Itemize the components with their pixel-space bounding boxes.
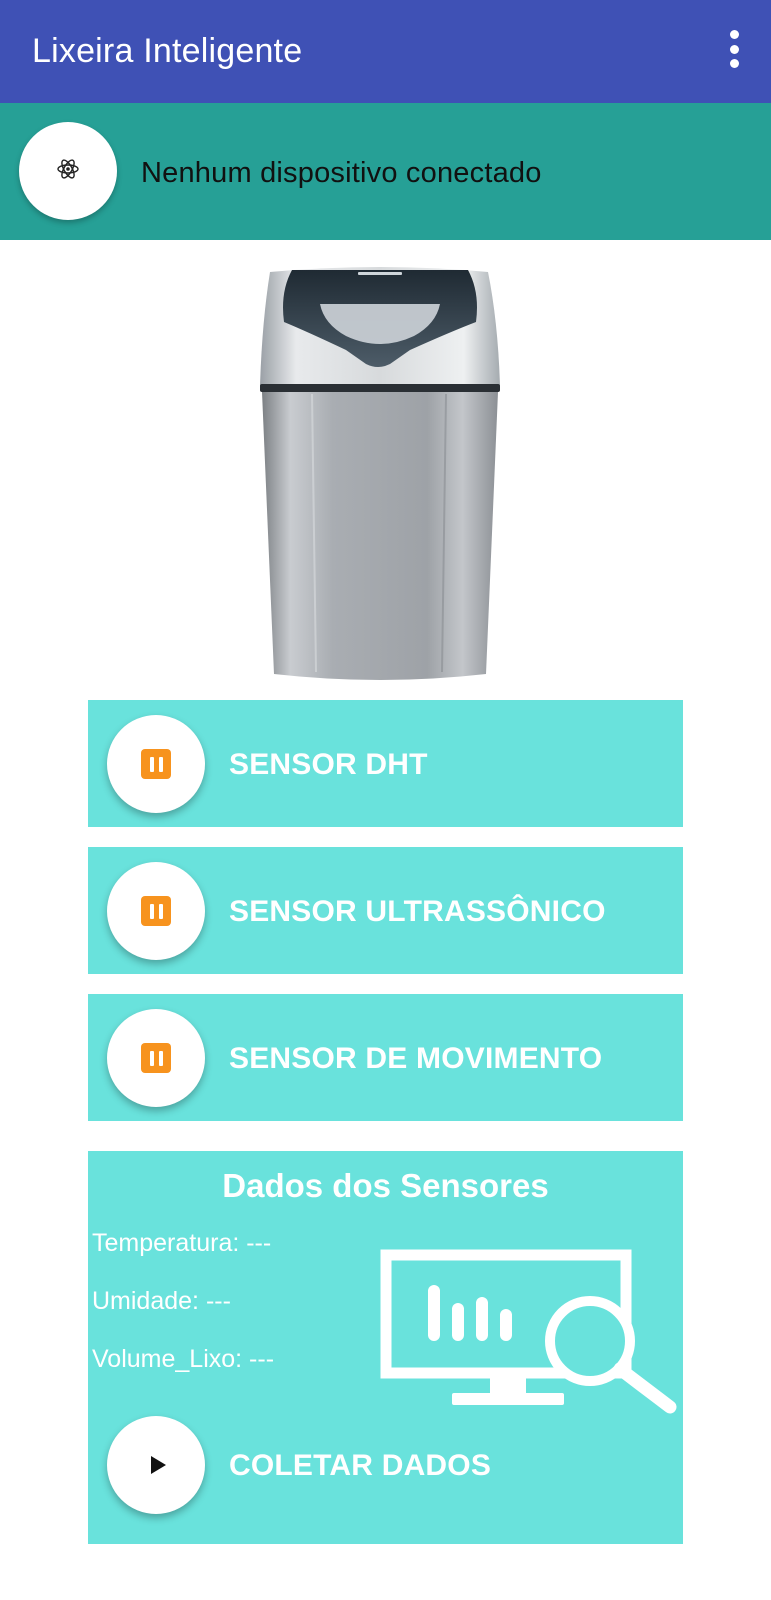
temperature-readout: Temperatura: --- <box>92 1229 272 1257</box>
app-title: Lixeira Inteligente <box>32 32 303 70</box>
data-panel-title: Dados dos Sensores <box>222 1167 549 1204</box>
monitor-analytics-icon <box>380 1247 680 1417</box>
sensor-ultrasonic-label: SENSOR ULTRASSÔNICO <box>229 895 606 928</box>
connection-status-text: Nenhum dispositivo conectado <box>141 157 542 189</box>
sensor-dht-toggle-button[interactable] <box>107 715 205 813</box>
volume-readout: Volume_Lixo: --- <box>92 1345 275 1373</box>
more-vert-icon[interactable] <box>727 30 741 68</box>
pause-icon <box>141 896 171 926</box>
atom-icon <box>56 157 80 185</box>
pause-icon <box>141 749 171 779</box>
humidity-readout: Umidade: --- <box>92 1287 231 1315</box>
collect-data-button[interactable] <box>107 1416 205 1514</box>
play-icon <box>150 1456 166 1474</box>
sensor-card-ultrasonic: SENSOR ULTRASSÔNICO <box>88 847 683 974</box>
sensor-motion-toggle-button[interactable] <box>107 1009 205 1107</box>
sensor-motion-label: SENSOR DE MOVIMENTO <box>229 1042 603 1075</box>
connect-button[interactable] <box>19 122 117 220</box>
trash-bin-image <box>250 262 510 690</box>
sensor-data-panel: Dados dos Sensores Temperatura: --- Umid… <box>88 1151 683 1544</box>
sensor-card-motion: SENSOR DE MOVIMENTO <box>88 994 683 1121</box>
pause-icon <box>141 1043 171 1073</box>
sensor-dht-label: SENSOR DHT <box>229 748 428 781</box>
sensor-card-dht: SENSOR DHT <box>88 700 683 827</box>
connection-status-bar: Nenhum dispositivo conectado <box>0 103 771 240</box>
sensor-ultrasonic-toggle-button[interactable] <box>107 862 205 960</box>
collect-data-label: COLETAR DADOS <box>229 1449 492 1482</box>
app-bar: Lixeira Inteligente <box>0 0 771 103</box>
